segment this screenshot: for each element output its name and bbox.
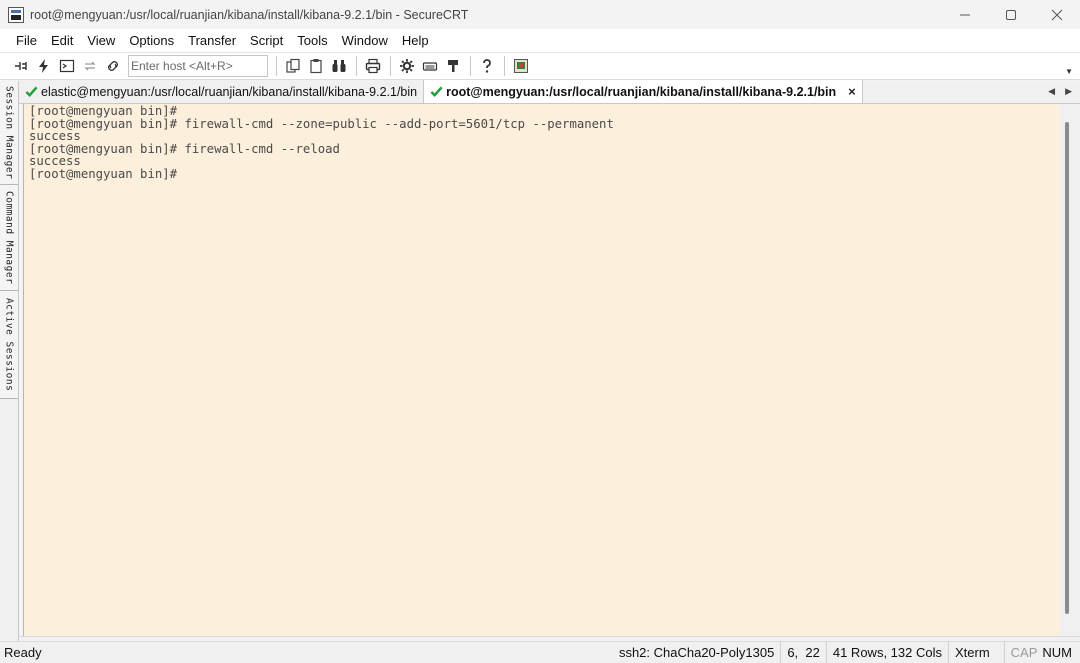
toolbar-separator	[390, 56, 391, 76]
menu-bar: File Edit View Options Transfer Script T…	[0, 29, 1080, 52]
disconnect-button[interactable]	[102, 55, 124, 77]
toolbar-separator	[356, 56, 357, 76]
terminal-area[interactable]: [root@mengyuan bin]# [root@mengyuan bin]…	[23, 104, 1060, 636]
command-manager-tab[interactable]: Command Manager	[0, 185, 18, 291]
tab-label: elastic@mengyuan:/usr/local/ruanjian/kib…	[41, 84, 418, 99]
minimize-icon	[960, 14, 970, 15]
menu-transfer[interactable]: Transfer	[181, 29, 243, 52]
status-cipher: ssh2: ChaCha20-Poly1305	[618, 645, 775, 660]
find-button[interactable]	[328, 55, 350, 77]
menu-file[interactable]: File	[9, 29, 44, 52]
sftp-button[interactable]	[510, 55, 532, 77]
session-manager-label: Session Manager	[3, 85, 15, 180]
close-icon	[1051, 9, 1063, 20]
toolbar: ▼	[0, 52, 1080, 80]
status-caps-lock: CAP	[1003, 642, 1041, 663]
lightning-icon	[39, 59, 48, 73]
session-tab-bar: elastic@mengyuan:/usr/local/ruanjian/kib…	[19, 80, 1080, 104]
menu-edit[interactable]: Edit	[44, 29, 80, 52]
title-bar: root@mengyuan:/usr/local/ruanjian/kibana…	[0, 0, 1080, 29]
tab-label: root@mengyuan:/usr/local/ruanjian/kibana…	[446, 84, 837, 99]
keymap-button[interactable]	[442, 55, 464, 77]
status-num-lock: NUM	[1042, 645, 1072, 660]
terminal-scrollbar[interactable]	[1060, 104, 1080, 636]
close-tab-icon[interactable]: ×	[848, 84, 856, 99]
connect-button[interactable]	[10, 55, 32, 77]
scrollbar-thumb[interactable]	[1065, 122, 1069, 614]
help-button[interactable]	[476, 55, 498, 77]
status-terminal-size: 41 Rows, 132 Cols	[825, 642, 948, 663]
connected-check-icon	[430, 86, 443, 97]
close-window-button[interactable]	[1034, 0, 1080, 29]
session-tab-root[interactable]: root@mengyuan:/usr/local/ruanjian/kibana…	[424, 80, 863, 103]
status-fields: ssh2: ChaCha20-Poly1305 6, 22 41 Rows, 1…	[613, 642, 1080, 663]
question-icon	[483, 59, 491, 73]
connected-check-icon	[25, 86, 38, 97]
status-terminal-type: Xterm	[947, 642, 1004, 663]
quick-connect-button[interactable]	[33, 55, 55, 77]
terminal-line: [root@mengyuan bin]#	[29, 104, 178, 118]
copy-button[interactable]	[282, 55, 304, 77]
window-controls	[942, 0, 1080, 29]
toolbar-overflow-icon[interactable]: ▼	[1065, 67, 1073, 76]
key-icon	[448, 60, 458, 72]
session-tab-elastic[interactable]: elastic@mengyuan:/usr/local/ruanjian/kib…	[19, 80, 425, 103]
terminal-icon	[59, 59, 75, 73]
binoculars-icon	[332, 60, 346, 72]
terminal-line: [root@mengyuan bin]#	[29, 166, 178, 181]
toolbar-separator	[504, 56, 505, 76]
reconnect-icon	[84, 61, 96, 71]
active-sessions-label: Active Sessions	[3, 297, 15, 392]
window-title: root@mengyuan:/usr/local/ruanjian/kibana…	[30, 7, 469, 22]
tab-scroll-controls: ◀ ▶	[1048, 86, 1072, 97]
connect-icon	[15, 62, 27, 70]
toolbar-separator	[276, 56, 277, 76]
status-ready-text: Ready	[4, 645, 42, 660]
copy-icon	[286, 58, 300, 73]
status-bar: Ready ssh2: ChaCha20-Poly1305 6, 22 41 R…	[0, 641, 1080, 663]
paste-icon	[310, 59, 322, 74]
menu-tools[interactable]: Tools	[290, 29, 334, 52]
terminal-line: [root@mengyuan bin]# firewall-cmd --relo…	[29, 141, 340, 156]
toolbar-separator	[470, 56, 471, 76]
print-button[interactable]	[362, 55, 384, 77]
link-icon	[108, 61, 118, 71]
menu-view[interactable]: View	[80, 29, 122, 52]
paste-button[interactable]	[305, 55, 327, 77]
enter-host-input[interactable]	[128, 55, 268, 77]
terminal-line: success	[29, 129, 81, 144]
gear-icon	[400, 59, 414, 73]
reconnect-button[interactable]	[79, 55, 101, 77]
menu-help[interactable]: Help	[395, 29, 436, 52]
session-manager-tab[interactable]: Session Manager	[0, 81, 18, 185]
minimize-button[interactable]	[942, 0, 988, 29]
keyboard-icon	[422, 62, 438, 71]
printer-icon	[365, 58, 381, 74]
tab-scroll-right-icon[interactable]: ▶	[1065, 86, 1072, 97]
terminal-line: [root@mengyuan bin]# firewall-cmd --zone…	[29, 116, 614, 131]
command-manager-label: Command Manager	[3, 190, 15, 285]
global-options-button[interactable]	[419, 55, 441, 77]
maximize-icon	[1006, 9, 1016, 20]
side-panel: Session Manager Command Manager Active S…	[0, 81, 19, 641]
terminal-line: success	[29, 154, 81, 169]
session-options-button[interactable]	[396, 55, 418, 77]
menu-window[interactable]: Window	[335, 29, 395, 52]
sftp-icon	[514, 59, 528, 73]
menu-script[interactable]: Script	[243, 29, 290, 52]
maximize-button[interactable]	[988, 0, 1034, 29]
status-cursor-position: 6, 22	[780, 642, 826, 663]
tab-scroll-left-icon[interactable]: ◀	[1048, 86, 1055, 97]
active-sessions-tab[interactable]: Active Sessions	[0, 291, 18, 399]
menu-options[interactable]: Options	[122, 29, 181, 52]
securecrt-app-icon	[8, 6, 24, 23]
connect-in-tab-button[interactable]	[56, 55, 78, 77]
